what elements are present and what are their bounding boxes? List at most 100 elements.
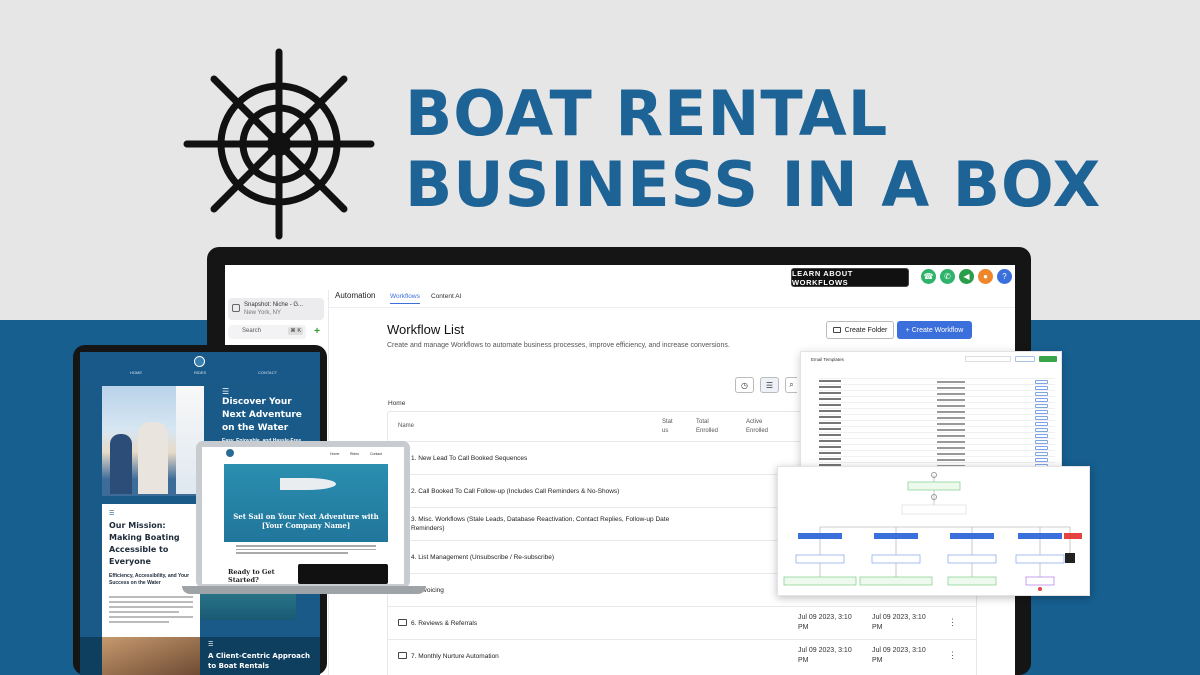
tablet-nav-contact[interactable]: CONTACT xyxy=(258,370,277,375)
branch-node xyxy=(901,504,967,515)
tablet-bottom-section: ☰ A Client-Centric Approach to Boat Rent… xyxy=(80,637,320,675)
logo-icon xyxy=(226,449,234,457)
breadcrumb[interactable]: Home xyxy=(388,400,405,407)
page-headline: BOAT RENTAL BUSINESS IN A BOX xyxy=(405,78,1101,220)
learn-about-workflows-button[interactable]: LEARN ABOUT WORKFLOWS xyxy=(791,268,909,287)
table-row[interactable]: 6. Reviews & Referrals Jul 09 2023, 3:10… xyxy=(388,606,976,639)
page-description: Create and manage Workflows to automate … xyxy=(387,342,730,349)
end-icon xyxy=(1065,553,1075,563)
create-workflow-button[interactable]: + Create Workflow xyxy=(897,321,972,339)
headline-line-2: BUSINESS IN A BOX xyxy=(405,148,1102,221)
tablet-hero-heading: Discover Your Next Adventure on the Wate… xyxy=(222,397,302,433)
folder-icon xyxy=(398,652,407,659)
menu-icon: ☰ xyxy=(208,642,214,648)
email-templates-popup: Email Templates xyxy=(800,351,1062,469)
snapshot-switcher[interactable]: Snapshot: Niche - G... New York, NY xyxy=(228,298,324,320)
top-bar: LEARN ABOUT WORKFLOWS ☎ ✆ ◀ ● ? xyxy=(225,265,1015,290)
more-icon[interactable]: ⋮ xyxy=(948,617,957,628)
row-name: 5. Invoicing xyxy=(411,587,444,594)
tablet-nav: HOME RIDES CONTACT xyxy=(80,352,320,382)
laptop-nav-contact[interactable]: Contact xyxy=(370,452,382,456)
list-view-icon[interactable]: ☰ xyxy=(760,377,779,393)
add-icon[interactable]: + xyxy=(311,326,323,338)
col-status[interactable]: Stat us xyxy=(662,418,678,436)
create-folder-button[interactable]: Create Folder xyxy=(826,321,894,339)
text-line xyxy=(109,601,193,603)
boat-shape xyxy=(280,478,336,490)
row-updated: Jul 09 2023, 3:10 PM xyxy=(872,614,926,631)
action-node xyxy=(947,576,997,586)
col-total-enrolled[interactable]: Total Enrolled xyxy=(696,418,726,436)
row-updated: Jul 09 2023, 3:10 PM xyxy=(872,647,926,664)
divider xyxy=(329,307,1015,308)
table-row[interactable]: 7. Monthly Nurture Automation Jul 09 202… xyxy=(388,639,976,672)
search-icon[interactable]: ⌕ xyxy=(785,377,797,393)
action-node xyxy=(947,554,997,564)
text-line xyxy=(109,596,193,598)
row-name: 2. Call Booked To Call Follow-up (Includ… xyxy=(411,488,620,495)
laptop-screen: Home Rides Contact Set Sail on Your Next… xyxy=(202,447,404,584)
tablet-nav-home[interactable]: HOME xyxy=(130,370,142,375)
video-thumbnail[interactable] xyxy=(298,564,388,584)
clock-icon[interactable]: ◷ xyxy=(735,377,754,393)
row-name: 1. New Lead To Call Booked Sequences xyxy=(411,455,528,462)
popup-secondary-button[interactable] xyxy=(1015,356,1035,362)
megaphone-icon[interactable]: ◀ xyxy=(959,269,974,284)
row-created: Jul 09 2023, 3:10 PM xyxy=(798,614,852,631)
tab-content-ai[interactable]: Content AI xyxy=(431,293,461,300)
branch-label xyxy=(798,533,842,539)
folder-icon xyxy=(398,619,407,626)
text-line xyxy=(109,621,169,623)
page-title: Workflow List xyxy=(387,322,465,337)
ship-wheel-icon xyxy=(183,48,375,240)
laptop-nav-rides[interactable]: Rides xyxy=(350,452,359,456)
search-shortcut: ⌘ K xyxy=(288,327,303,335)
ready-heading: Ready to Get Started? xyxy=(228,568,275,584)
action-node xyxy=(1015,554,1065,564)
row-name: 7. Monthly Nurture Automation xyxy=(411,653,499,660)
logo-icon xyxy=(194,356,205,367)
action-node xyxy=(783,576,857,586)
more-icon[interactable]: ⋮ xyxy=(948,650,957,661)
bell-icon[interactable]: ● xyxy=(978,269,993,284)
col-active-enrolled[interactable]: Active Enrolled xyxy=(746,418,776,436)
row-name: 3. Misc. Workflows (Stale Leads, Databas… xyxy=(411,516,670,532)
mission-card: ☰ Our Mission: Making Boating Accessible… xyxy=(102,504,200,638)
tab-workflows[interactable]: Workflows xyxy=(390,293,420,304)
menu-icon[interactable]: ☰ xyxy=(222,387,229,396)
col-name[interactable]: Name xyxy=(398,422,414,431)
folder-icon xyxy=(832,327,841,333)
none-label xyxy=(1064,533,1082,539)
text-line xyxy=(109,606,193,608)
section-title: Automation xyxy=(335,291,376,300)
text-line xyxy=(109,611,179,613)
laptop-nav-home[interactable]: Home xyxy=(330,452,339,456)
laptop-base xyxy=(182,586,426,594)
action-node xyxy=(871,554,921,564)
search-placeholder: Search xyxy=(242,328,262,334)
call-icon[interactable]: ✆ xyxy=(940,269,955,284)
workflow-diagram-popup xyxy=(777,466,1090,596)
help-icon[interactable]: ? xyxy=(997,269,1012,284)
snapshot-name: Snapshot: Niche - G... xyxy=(244,302,304,308)
search-input[interactable]: Search ⌘ K xyxy=(228,325,306,339)
popup-add-button[interactable] xyxy=(1039,356,1057,362)
create-folder-label: Create Folder xyxy=(844,326,888,334)
headline-line-1: BOAT RENTAL xyxy=(405,77,889,150)
action-node xyxy=(1025,576,1055,586)
branch-label xyxy=(950,533,994,539)
location-icon xyxy=(232,304,240,312)
row-created: Jul 09 2023, 3:10 PM xyxy=(798,647,852,664)
snapshot-location: New York, NY xyxy=(244,310,282,316)
mission-sub: Efficiency, Accessibility, and Your Succ… xyxy=(109,573,190,586)
laptop-hero-text: Set Sail on Your Next Adventure with [Yo… xyxy=(233,512,379,530)
row-name: 4. List Management (Unsubscribe / Re-sub… xyxy=(411,554,555,561)
branch-label xyxy=(874,533,918,539)
tablet-nav-rides[interactable]: RIDES xyxy=(194,370,206,375)
text-line xyxy=(109,616,193,618)
action-node xyxy=(859,576,933,586)
popup-search-input[interactable] xyxy=(965,356,1011,362)
person-shape xyxy=(110,434,132,494)
branch-label xyxy=(1018,533,1062,539)
phone-icon[interactable]: ☎ xyxy=(921,269,936,284)
